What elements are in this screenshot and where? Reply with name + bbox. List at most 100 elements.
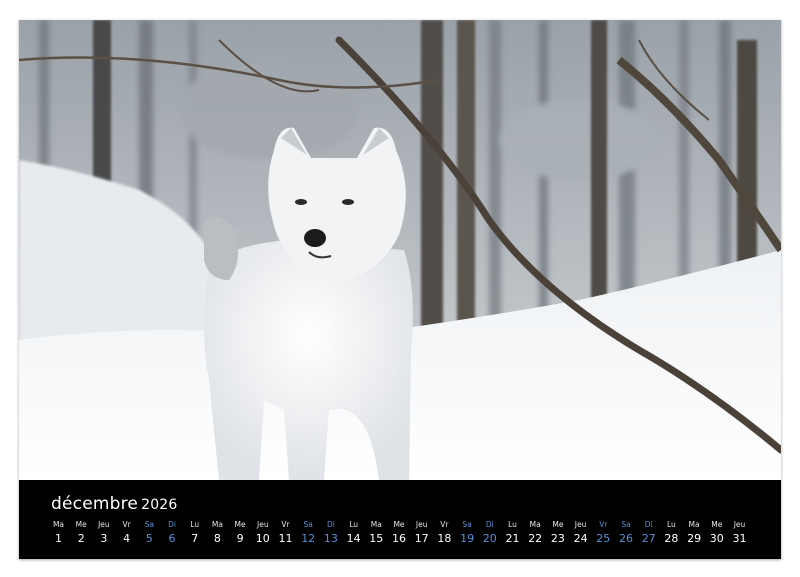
day-cell: Jeu 31: [728, 519, 751, 547]
day-cell: Di 27: [637, 519, 660, 547]
day-cell: Di 13: [319, 519, 342, 547]
day-of-week: Di: [168, 520, 176, 529]
day-number: 23: [550, 532, 565, 545]
day-number: 30: [709, 532, 724, 545]
day-number: 27: [641, 532, 656, 545]
day-of-week: Vr: [440, 520, 449, 529]
day-cell: Lu 28: [660, 519, 683, 547]
day-number: 21: [505, 532, 520, 545]
day-number: 22: [528, 532, 543, 545]
day-number: 6: [168, 532, 176, 545]
day-number: 2: [77, 532, 85, 545]
day-cell: Me 2: [70, 519, 93, 547]
day-of-week: Me: [711, 520, 723, 529]
day-cell: Lu 14: [342, 519, 365, 547]
day-number: 13: [323, 532, 338, 545]
day-of-week: Di: [485, 520, 494, 529]
day-number: 17: [414, 532, 429, 545]
day-number: 8: [213, 532, 221, 545]
year: 2026: [141, 497, 178, 513]
day-number: 4: [123, 532, 131, 545]
day-number: 3: [100, 532, 108, 545]
day-cell: Di 6: [161, 519, 184, 547]
day-number: 26: [619, 532, 633, 545]
day-cell: Ma 22: [524, 519, 547, 547]
calendar-strip: décembre 2026 Ma 1 Me 2 Jeu 3 Vr 4 Sa 5 Di 6 Lu 7 Ma 8 Me…: [19, 480, 781, 559]
day-number: 7: [191, 532, 199, 545]
day-cell: Ma 29: [683, 519, 706, 547]
day-cell: Ma 15: [365, 519, 388, 547]
day-of-week: Vr: [281, 520, 290, 529]
day-cell: Vr 25: [592, 519, 615, 547]
day-cell: Jeu 10: [251, 519, 274, 547]
day-cell: Lu 7: [183, 519, 206, 547]
day-cell: Vr 18: [433, 519, 456, 547]
day-number: 1: [55, 532, 62, 545]
month-title: décembre 2026: [51, 494, 178, 514]
day-number: 29: [687, 532, 702, 545]
day-number: 10: [255, 532, 270, 545]
day-number: 12: [301, 532, 316, 545]
day-cell: Me 9: [229, 519, 252, 547]
day-of-week: Ma: [529, 520, 541, 529]
day-of-week: Ma: [688, 520, 700, 529]
day-cell: Jeu 17: [410, 519, 433, 547]
day-of-week: Di: [326, 520, 335, 529]
day-of-week: Ma: [370, 520, 382, 529]
day-of-week: Ma: [52, 520, 65, 529]
day-of-week: Jeu: [257, 520, 269, 529]
day-cell: Sa 5: [138, 519, 161, 547]
wolf-photo: [19, 20, 781, 480]
day-number: 14: [346, 532, 361, 545]
day-cell: Lu 21: [501, 519, 524, 547]
day-number: 5: [145, 532, 153, 545]
day-of-week: Jeu: [415, 520, 428, 529]
day-cell: Me 23: [546, 519, 569, 547]
day-of-week: Sa: [462, 520, 472, 529]
day-cell: Sa 12: [297, 519, 320, 547]
day-of-week: Vr: [599, 520, 608, 529]
day-of-week: Sa: [621, 520, 631, 529]
day-of-week: Me: [393, 520, 405, 529]
day-of-week: Jeu: [98, 520, 110, 529]
day-cell: Ma 8: [206, 519, 229, 547]
day-number: 28: [664, 532, 679, 545]
day-number: 19: [460, 532, 475, 545]
day-number: 24: [573, 532, 588, 545]
day-number: 18: [437, 532, 452, 545]
day-of-week: Me: [75, 520, 87, 529]
day-of-week: Me: [234, 520, 246, 529]
day-of-week: Sa: [144, 520, 154, 529]
day-number: 11: [278, 532, 293, 545]
day-of-week: Sa: [303, 520, 313, 529]
day-of-week: Jeu: [574, 520, 587, 529]
day-cell: Me 16: [388, 519, 411, 547]
day-number: 25: [596, 532, 611, 545]
day-cell: Vr 11: [274, 519, 297, 547]
day-number: 9: [236, 532, 244, 545]
day-cell: Di 20: [478, 519, 501, 547]
day-of-week: Lu: [190, 520, 200, 529]
month-name: décembre: [51, 494, 139, 514]
day-number: 15: [369, 532, 384, 545]
day-cell: Ma 1: [47, 519, 70, 547]
day-number: 31: [732, 532, 747, 545]
day-cell: Sa 19: [456, 519, 479, 547]
day-cell: Sa 26: [615, 519, 638, 547]
calendar-page: décembre 2026 Ma 1 Me 2 Jeu 3 Vr 4 Sa 5 Di 6 Lu 7 Ma 8 Me…: [19, 20, 781, 559]
day-cell: Vr 4: [115, 519, 138, 547]
day-grid: Ma 1 Me 2 Jeu 3 Vr 4 Sa 5 Di 6 Lu 7 Ma 8 Me 9 Jeu 10 Vr 11 Sa 1…: [47, 519, 757, 555]
day-of-week: Lu: [508, 520, 517, 529]
day-of-week: Vr: [122, 520, 131, 529]
day-of-week: Lu: [666, 520, 676, 529]
day-cell: Jeu 3: [92, 519, 115, 547]
day-number: 16: [392, 532, 406, 545]
day-of-week: Me: [552, 520, 564, 529]
day-number: 20: [482, 532, 497, 545]
day-of-week: Jeu: [733, 520, 746, 529]
day-of-week: Di: [644, 520, 653, 529]
day-of-week: Ma: [211, 520, 223, 529]
day-of-week: Lu: [349, 520, 358, 529]
day-cell: Jeu 24: [569, 519, 592, 547]
day-cell: Me 30: [705, 519, 728, 547]
